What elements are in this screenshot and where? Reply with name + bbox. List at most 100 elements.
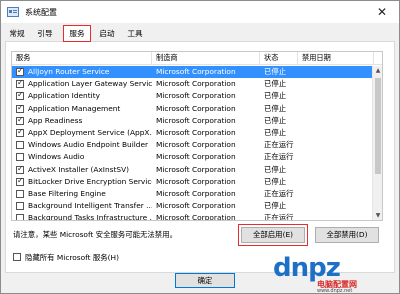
title-bar[interactable]: 系统配置 ✕ [1,1,399,23]
service-row[interactable]: Windows Audio Endpoint Builder Microsoft … [12,139,374,151]
service-checkbox[interactable]: ✓ [16,78,24,89]
service-row[interactable]: ✓ App Readiness Microsoft Corporation 已停止 [12,115,374,127]
service-name: Application Layer Gateway Service [28,79,152,89]
enable-all-button[interactable]: 全部启用(E) [238,224,308,246]
service-row[interactable]: Windows Audio Microsoft Corporation 正在运行 [12,151,374,163]
service-status: 已停止 [264,79,287,89]
service-checkbox[interactable]: ✓ [16,90,24,101]
service-row[interactable]: ✓ Application Management Microsoft Corpora… [12,103,374,115]
tab-tools[interactable]: 工具 [123,27,147,41]
service-checkbox[interactable] [16,214,24,220]
service-checkbox[interactable] [16,141,24,150]
scrollbar-thumb[interactable] [375,78,381,174]
service-name: App Readiness [28,115,83,125]
checkmark-icon: ✓ [17,175,24,185]
service-row[interactable]: Base Filtering Engine Microsoft Corporati… [12,188,374,200]
service-checkbox[interactable] [16,190,24,198]
tab-boot[interactable]: 引导 [33,27,57,41]
checkmark-icon: ✓ [17,163,24,173]
scroll-up-icon[interactable]: ▲ [373,66,382,76]
service-row[interactable]: ✓ BitLocker Drive Encryption Service Micro… [12,176,374,188]
service-name: Background Tasks Infrastructure ... [28,213,152,221]
service-manufacturer: Microsoft Corporation [156,67,236,76]
hide-microsoft-services-label: 隐藏所有 Microsoft 服务(H) [25,253,119,262]
checkmark-icon: ✓ [17,102,24,112]
scroll-down-icon[interactable]: ▼ [373,211,382,220]
service-status: 已停止 [264,91,287,101]
service-name: AppX Deployment Service (AppX... [28,128,152,137]
service-name: Background Intelligent Transfer ... [28,201,152,211]
column-header-status[interactable]: 状态 [260,52,298,65]
service-status: 已停止 [264,128,287,137]
checkmark-icon: ✓ [17,90,24,100]
service-status: 已停止 [264,67,287,76]
service-manufacturer: Microsoft Corporation [156,176,236,186]
service-manufacturer: Microsoft Corporation [156,164,236,174]
column-header-disabled-date[interactable]: 禁用日期 [298,52,374,65]
service-row[interactable]: Background Tasks Infrastructure ... Micro… [12,212,374,221]
hide-microsoft-services-checkbox[interactable] [13,253,21,261]
service-manufacturer: Microsoft Corporation [156,115,236,125]
service-manufacturer: Microsoft Corporation [156,91,236,101]
service-status: 已停止 [264,103,287,113]
service-row[interactable]: ✓ AppX Deployment Service (AppX... Microso… [12,127,374,139]
security-note: 请注意，某些 Microsoft 安全服务可能无法禁用。 [13,230,177,239]
column-header-manufacturer[interactable]: 制造商 [152,52,260,65]
service-name: Windows Audio [28,152,85,162]
service-status: 已停止 [264,176,287,186]
service-manufacturer: Microsoft Corporation [156,201,236,211]
tab-startup[interactable]: 启动 [95,27,119,41]
service-checkbox[interactable] [16,202,24,211]
watermark-logo: dnpz 电脑配置网 www.dnpz.net [273,253,399,294]
tab-general[interactable]: 常规 [5,27,29,41]
service-checkbox[interactable] [16,153,24,162]
service-name: Windows Audio Endpoint Builder [28,140,149,150]
service-status: 正在运行 [264,140,294,150]
service-manufacturer: Microsoft Corporation [156,128,236,137]
service-checkbox[interactable]: ✓ [16,175,24,186]
vertical-scrollbar[interactable]: ▲ ▼ [372,66,382,220]
service-row[interactable]: ✓ AllJoyn Router Service Microsoft Corpora… [12,66,374,78]
service-status: 已停止 [264,164,287,174]
service-row[interactable]: ✓ ActiveX Installer (AxInstSV) Microsoft C… [12,164,374,176]
service-row[interactable]: ✓ Application Identity Microsoft Corporati… [12,90,374,102]
service-checkbox[interactable]: ✓ [16,127,24,137]
service-name: BitLocker Drive Encryption Service [28,176,152,186]
service-status: 已停止 [264,201,287,211]
service-name: Application Identity [28,91,100,101]
checkmark-icon: ✓ [17,127,24,136]
service-status: 正在运行 [264,213,294,221]
window-title: 系统配置 [25,8,57,17]
service-row[interactable]: ✓ Application Layer Gateway Service Micros… [12,78,374,90]
service-status: 正在运行 [264,189,294,198]
list-header: 服务 制造商 状态 禁用日期 [12,52,382,65]
checkmark-icon: ✓ [17,66,24,75]
service-manufacturer: Microsoft Corporation [156,189,236,198]
checkmark-icon: ✓ [17,78,24,88]
system-config-icon [7,7,19,17]
tab-services[interactable]: 服务 [63,25,91,42]
service-manufacturer: Microsoft Corporation [156,213,236,221]
service-checkbox[interactable]: ✓ [16,66,24,76]
disable-all-button[interactable]: 全部禁用(D) [315,227,379,243]
ok-button[interactable]: 确定 [175,273,235,288]
service-manufacturer: Microsoft Corporation [156,152,236,162]
service-row[interactable]: Background Intelligent Transfer ... Micro… [12,200,374,212]
close-icon[interactable]: ✕ [371,4,393,20]
service-name: AllJoyn Router Service [28,67,110,76]
checkmark-icon: ✓ [17,114,24,124]
service-checkbox[interactable]: ✓ [16,163,24,174]
service-status: 已停止 [264,115,287,125]
system-configuration-window: 系统配置 ✕ 常规 引导 服务 启动 工具 服务 制造商 状态 禁用日期 ✓ Al… [0,0,400,294]
watermark-url: www.dnpz.net [317,288,353,294]
service-manufacturer: Microsoft Corporation [156,140,236,150]
service-checkbox[interactable]: ✓ [16,114,24,125]
service-status: 正在运行 [264,152,294,162]
service-name: ActiveX Installer (AxInstSV) [28,164,130,174]
service-manufacturer: Microsoft Corporation [156,103,236,113]
service-checkbox[interactable]: ✓ [16,102,24,113]
column-header-service[interactable]: 服务 [12,52,152,65]
service-name: Base Filtering Engine [28,189,106,198]
services-list[interactable]: 服务 制造商 状态 禁用日期 ✓ AllJoyn Router Service Mi… [11,51,383,221]
service-manufacturer: Microsoft Corporation [156,79,236,89]
